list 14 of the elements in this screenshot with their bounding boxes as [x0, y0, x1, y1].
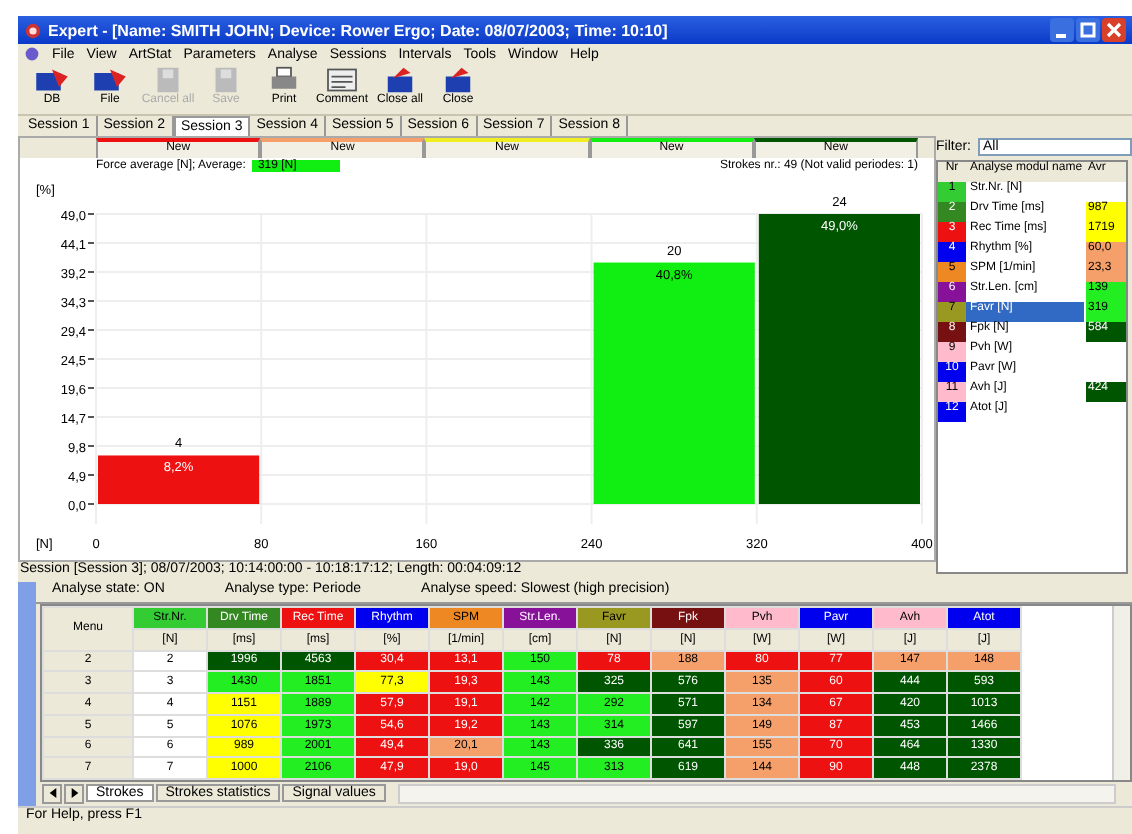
window-title: Expert - [Name: SMITH JOHN; Device: Rower Ergo; Date: 08/07/2003; Time: 10:10]	[48, 21, 668, 39]
shelf-arrow-icon	[382, 65, 418, 93]
scrollbar[interactable]	[1112, 606, 1130, 780]
printer-icon	[266, 65, 302, 93]
close-icon[interactable]	[1102, 18, 1126, 42]
folder-arrow-icon	[92, 65, 128, 93]
folder-arrow-icon	[34, 65, 70, 93]
maximize-icon[interactable]	[1076, 18, 1100, 42]
scrollbar[interactable]	[397, 783, 1116, 803]
shelf-arrow-icon	[440, 65, 476, 93]
tab-scroll-icon[interactable]	[64, 783, 84, 803]
minimize-icon[interactable]	[1050, 18, 1074, 42]
app-icon	[24, 21, 42, 39]
tab-scroll-icon[interactable]	[42, 783, 62, 803]
